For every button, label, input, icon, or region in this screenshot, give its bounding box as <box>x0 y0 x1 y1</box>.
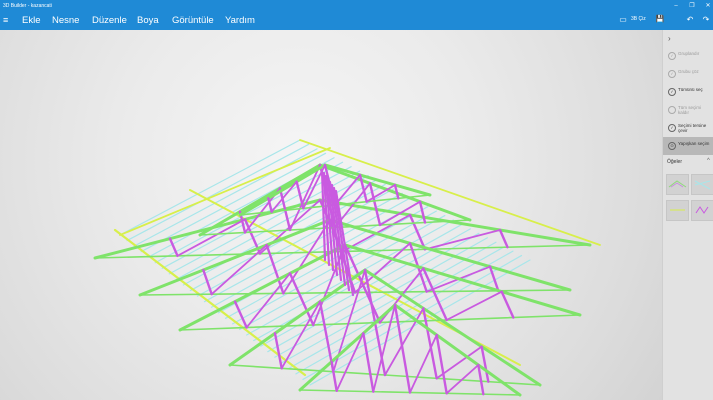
sticky-selection-label: Yapışkan seçim <box>678 141 710 146</box>
menu-boya[interactable]: Boya <box>137 15 159 26</box>
truss-web <box>176 218 246 257</box>
ungroup-label: Grubu çöz <box>678 69 699 74</box>
invert-selection-label: Seçimi tersine çevir <box>678 123 707 133</box>
title-bar: 3D Builder - kazancati – ❐ ✕ <box>0 0 713 12</box>
save-icon[interactable]: 💾 <box>655 15 665 25</box>
plate-thumbnail-icon <box>670 209 685 211</box>
menu-yardim[interactable]: Yardım <box>225 15 255 26</box>
ungroup-button[interactable]: ✓ Grubu çöz <box>663 65 713 83</box>
menu-goruntule[interactable]: Görüntüle <box>172 15 214 26</box>
objects-section-title: Öğeler <box>667 159 683 165</box>
3d-viewport[interactable] <box>0 30 662 400</box>
ungroup-icon: ✓ <box>668 70 676 78</box>
truss-web <box>393 303 412 394</box>
select-all-label: Tümünü seç <box>678 87 703 92</box>
truss-web <box>210 244 268 296</box>
truss-thumbnail-icon <box>668 180 687 188</box>
truss-web <box>335 332 365 392</box>
truss-web <box>435 333 448 395</box>
truss-web <box>273 332 283 370</box>
group-label: Gruplandır <box>678 51 700 56</box>
sticky-selection-button[interactable]: ⊙ Yapışkan seçim <box>663 137 713 155</box>
object-thumbnail[interactable] <box>666 200 689 221</box>
truss-web <box>245 272 291 329</box>
select-all-button[interactable]: ✓ Tümünü seç <box>663 83 713 101</box>
menu-ekle[interactable]: Ekle <box>22 15 40 26</box>
window-title: 3D Builder - kazancati <box>3 3 52 9</box>
deselect-all-button[interactable]: Tüm seçimi kaldır <box>663 101 713 119</box>
group-icon: ✓ <box>668 52 676 60</box>
close-button[interactable]: ✕ <box>699 2 713 10</box>
print-3d-icon[interactable]: ▭ <box>618 15 628 25</box>
roof-truss-model[interactable] <box>0 30 662 400</box>
invert-selection-icon: ✓ <box>668 124 676 132</box>
rafter-member <box>119 139 301 236</box>
menu-bar: ≡ Ekle Nesne Düzenle Boya Görüntüle Yard… <box>0 12 713 30</box>
truss-web <box>445 290 503 321</box>
truss-web <box>409 334 438 394</box>
undo-icon[interactable]: ↶ <box>685 15 695 25</box>
menu-duzenle[interactable]: Düzenle <box>92 15 127 26</box>
object-thumbnail[interactable] <box>691 200 713 221</box>
redo-icon[interactable]: ↷ <box>701 15 711 25</box>
rafter-member <box>133 148 318 247</box>
group-button[interactable]: ✓ Gruplandır <box>663 47 713 65</box>
deselect-all-label: Tüm seçimi kaldır <box>678 105 702 115</box>
hamburger-menu-icon[interactable]: ≡ <box>3 15 8 25</box>
objects-section-chevron-icon[interactable]: ^ <box>707 158 710 164</box>
selection-panel: › ✓ Gruplandır ✓ Grubu çöz ✓ Tümünü seç … <box>662 30 713 400</box>
rafter-thumbnail-icon <box>694 180 711 190</box>
object-thumbnail[interactable] <box>691 174 713 195</box>
print-3d-label[interactable]: 3B Çiz <box>631 16 646 22</box>
menu-nesne[interactable]: Nesne <box>52 15 79 26</box>
select-all-icon: ✓ <box>668 88 676 96</box>
invert-selection-button[interactable]: ✓ Seçimi tersine çevir <box>663 119 713 137</box>
object-thumbnail[interactable] <box>666 174 689 195</box>
truss-chord <box>318 198 592 247</box>
collapse-panel-icon[interactable]: › <box>668 34 671 43</box>
web-thumbnail-icon <box>695 206 709 214</box>
sticky-selection-icon: ⊙ <box>668 142 676 150</box>
rafter-member <box>140 152 327 253</box>
deselect-all-icon <box>668 106 676 114</box>
